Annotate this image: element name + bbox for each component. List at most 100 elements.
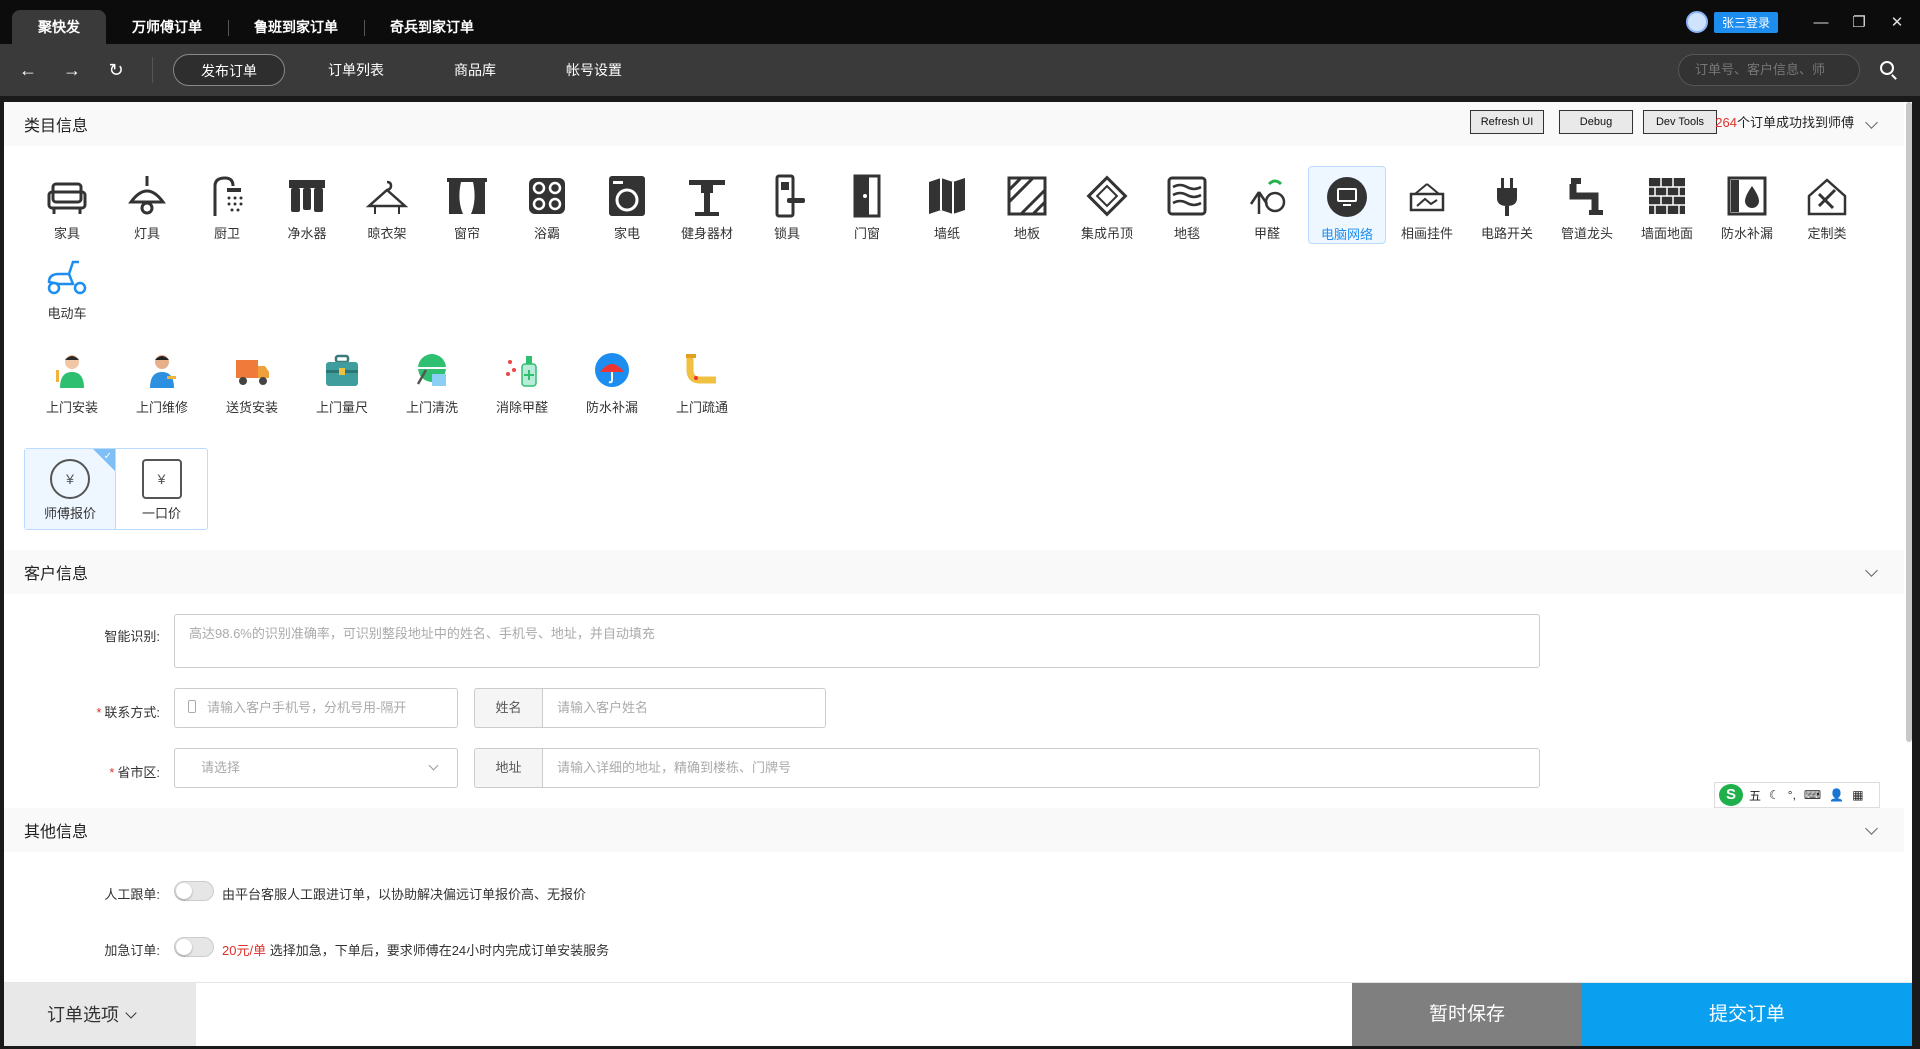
name-input[interactable]: 请输入客户姓名 [542,688,826,728]
minimize-icon[interactable]: — [1806,14,1836,31]
category-floor[interactable]: 地板 [988,166,1066,244]
debug-button[interactable]: Debug [1559,110,1633,134]
category-waterproofing[interactable]: 防水补漏 [1708,166,1786,244]
smart-recognition-textarea[interactable]: 高达98.6%的识别准确率，可识别整段地址中的姓名、手机号、地址，并自动填充 [174,614,1540,668]
category-label: 电脑网络 [1320,227,1373,242]
category-pipes-faucets[interactable]: 管道龙头 [1548,166,1626,244]
category-carpet[interactable]: 地毯 [1148,166,1226,244]
service-label: 上门安装 [45,400,98,415]
forward-arrow-icon[interactable]: → [50,60,94,81]
picture-frame-icon [1409,183,1445,212]
category-section-title: 类目信息 [24,118,89,135]
category-lamps[interactable]: 灯具 [108,166,186,244]
urgent-order-toggle[interactable] [174,937,214,957]
service-install[interactable]: 上门安装 [32,346,112,416]
service-delivery-install[interactable]: 送货安装 [212,346,292,416]
avatar[interactable] [1685,11,1708,33]
category-wall-floor[interactable]: 墙面地面 [1628,166,1706,244]
category-appliance[interactable]: 家电 [588,166,666,244]
category-formaldehyde[interactable]: 甲醛 [1228,166,1306,244]
service-formaldehyde-removal[interactable]: 消除甲醛 [482,346,562,416]
category-bathroom[interactable]: 厨卫 [188,166,266,244]
title-bar: 聚快发 万师傅订单 鲁班到家订单 奇兵到家订单 张三登录 — ❐ ✕ [0,0,1920,44]
category-computer-network[interactable]: 电脑网络 [1308,166,1386,244]
category-switches[interactable]: 电路开关 [1468,166,1546,244]
chevron-down-icon[interactable] [1865,564,1878,577]
carpet-icon [1167,176,1207,216]
ime-mode[interactable]: 五 [1749,787,1761,804]
ime-grid-icon[interactable]: ▦ [1852,788,1863,802]
pricing-fixed[interactable]: ¥ 一口价 [116,449,207,529]
category-water-purifier[interactable]: 净水器 [268,166,346,244]
customer-section-header[interactable]: 客户信息 [4,550,1904,594]
category-frames[interactable]: 相画挂件 [1388,166,1466,244]
scooter-icon [47,260,87,295]
nav-account-settings[interactable]: 帐号设置 [539,54,649,86]
chevron-down-icon[interactable] [1865,822,1878,835]
tab-qibing[interactable]: 奇兵到家订单 [364,10,500,44]
ime-moon-icon[interactable]: ☾ [1769,788,1780,802]
service-repair[interactable]: 上门维修 [122,346,202,416]
category-label: 家具 [53,226,80,241]
service-cleaning[interactable]: 上门清洗 [392,346,472,416]
phone-input[interactable]: 请输入客户手机号，分机号用-隔开 [174,688,458,728]
close-icon[interactable]: ✕ [1882,13,1912,31]
category-curtain[interactable]: 窗帘 [428,166,506,244]
category-ceiling[interactable]: 集成吊顶 [1068,166,1146,244]
category-label: 健身器材 [680,226,733,241]
submit-order-button[interactable]: 提交订单 [1582,983,1912,1046]
refresh-icon[interactable]: ↻ [94,60,138,81]
quote-price-icon: ¥ [50,459,90,499]
category-doors-windows[interactable]: 门窗 [828,166,906,244]
category-clothes-rack[interactable]: 晾衣架 [348,166,426,244]
worker-repair-icon [150,355,176,388]
order-options-button[interactable]: 订单选项 [4,983,196,1046]
search-icon[interactable] [1880,61,1894,75]
service-unclogging[interactable]: 上门疏通 [662,346,742,416]
category-furniture[interactable]: 家具 [28,166,106,244]
restore-icon[interactable]: ❐ [1844,13,1874,31]
door-icon [853,174,881,218]
tab-jukuaifa[interactable]: 聚快发 [12,10,106,44]
dev-tools-button[interactable]: Dev Tools [1643,110,1717,134]
back-arrow-icon[interactable]: ← [6,60,50,81]
service-waterproofing[interactable]: 防水补漏 [572,346,652,416]
category-custom[interactable]: 定制类 [1788,166,1866,244]
chevron-down-icon[interactable] [1865,116,1878,129]
category-bath-heater[interactable]: 浴霸 [508,166,586,244]
toolbox-icon [326,354,358,386]
tab-wanshifu[interactable]: 万师傅订单 [106,10,228,44]
nav-order-list[interactable]: 订单列表 [301,54,411,86]
other-section-title: 其他信息 [24,824,89,841]
ime-punct-icon[interactable]: °, [1788,788,1796,802]
search-input[interactable]: 订单号、客户信息、师 [1678,54,1860,86]
manual-follow-toggle[interactable] [174,881,214,901]
tab-luban[interactable]: 鲁班到家订单 [228,10,364,44]
ime-toolbar: S 五 ☾ °, ⌨ 👤 ▦ [1714,782,1880,808]
ime-user-icon[interactable]: 👤 [1829,788,1844,802]
bath-heater-icon [529,178,565,214]
truck-icon [236,360,269,385]
category-locks[interactable]: 锁具 [748,166,826,244]
save-draft-button[interactable]: 暂时保存 [1352,983,1582,1046]
nav-bar: ← → ↻ 发布订单 订单列表 商品库 帐号设置 订单号、客户信息、师 [0,44,1920,96]
other-section-header[interactable]: 其他信息 [4,808,1904,852]
ime-keyboard-icon[interactable]: ⌨ [1804,788,1821,802]
ime-logo-icon[interactable]: S [1719,784,1743,806]
address-input[interactable]: 请输入详细的地址，精确到楼栋、门牌号 [542,748,1540,788]
urgent-order-text: 20元/单 选择加急，下单后，要求师傅在24小时内完成订单安装服务 [222,943,610,958]
nav-publish-order[interactable]: 发布订单 [173,54,285,86]
login-button[interactable]: 张三登录 [1713,11,1778,33]
nav-product-library[interactable]: 商品库 [427,54,523,86]
category-label: 电路开关 [1480,226,1533,241]
category-fitness[interactable]: 健身器材 [668,166,746,244]
scrollbar[interactable] [1906,102,1912,742]
pricing-label: 师傅报价 [43,506,96,521]
pricing-quote[interactable]: ¥ 师傅报价 ✓ [25,449,116,529]
refresh-ui-button[interactable]: Refresh UI [1470,110,1544,134]
category-wallpaper[interactable]: 墙纸 [908,166,986,244]
region-select[interactable]: 请选择 [174,748,458,788]
service-measure[interactable]: 上门量尺 [302,346,382,416]
door-lock-icon [775,174,805,218]
category-e-bike[interactable]: 电动车 [28,246,106,324]
